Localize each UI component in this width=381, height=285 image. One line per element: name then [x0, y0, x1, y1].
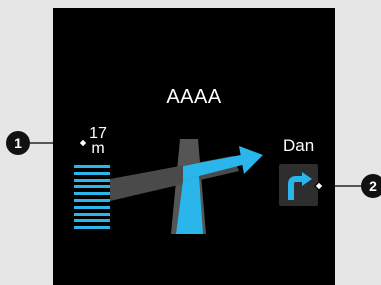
callout-2: 2 — [361, 174, 381, 198]
callout-leaders — [30, 138, 361, 191]
callout-1: 1 — [6, 131, 30, 155]
